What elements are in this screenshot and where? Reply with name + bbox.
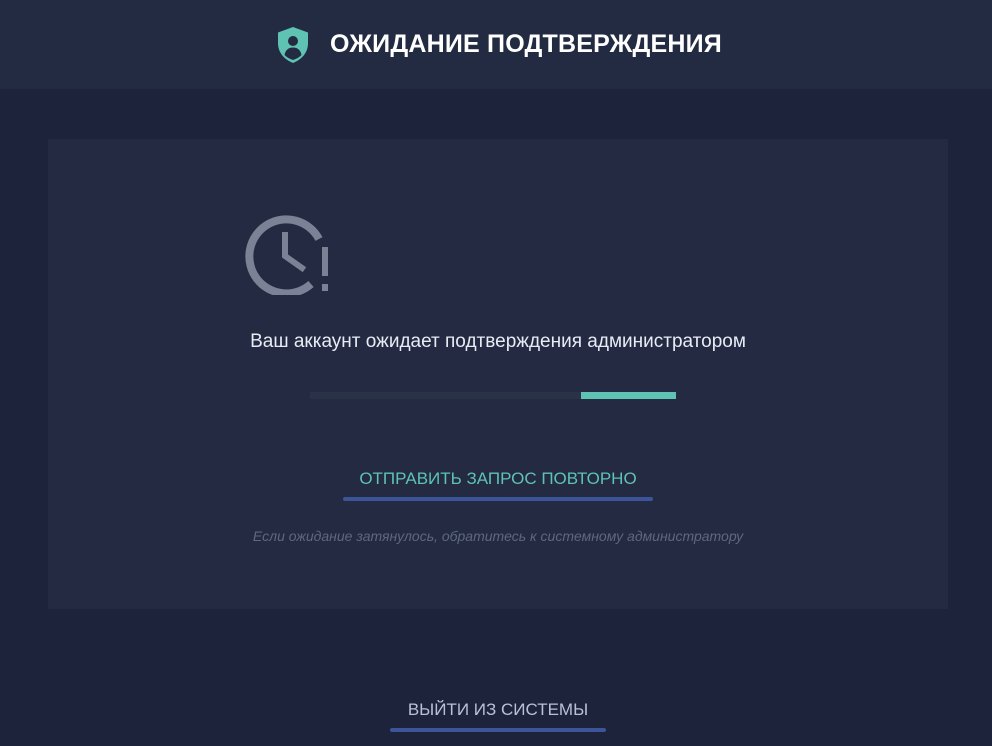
resend-request-label: ОТПРАВИТЬ ЗАПРОС ПОВТОРНО (359, 469, 637, 488)
progress-bar (310, 392, 676, 399)
logout-button[interactable]: ВЫЙТИ ИЗ СИСТЕМЫ (390, 688, 606, 732)
logout-underline (390, 728, 606, 732)
contact-admin-hint: Если ожидание затянулось, обратитесь к с… (252, 528, 744, 544)
page-title: ОЖИДАНИЕ ПОДТВЕРЖДЕНИЯ (330, 30, 722, 58)
progress-bar-fill (580, 392, 676, 399)
resend-request-button[interactable]: ОТПРАВИТЬ ЗАПРОС ПОВТОРНО (343, 457, 653, 501)
logout-label: ВЫЙТИ ИЗ СИСТЕМЫ (407, 700, 589, 719)
clock-alert-icon (245, 215, 328, 295)
header-content: ОЖИДАНИЕ ПОДТВЕРЖДЕНИЯ (276, 26, 722, 64)
status-message: Ваш аккаунт ожидает подтверждения админи… (250, 331, 746, 352)
shield-user-icon (278, 26, 309, 63)
resend-underline (343, 497, 653, 501)
top-header: ОЖИДАНИЕ ПОДТВЕРЖДЕНИЯ (0, 0, 992, 89)
pending-approval-card: Ваш аккаунт ожидает подтверждения админи… (48, 139, 948, 609)
